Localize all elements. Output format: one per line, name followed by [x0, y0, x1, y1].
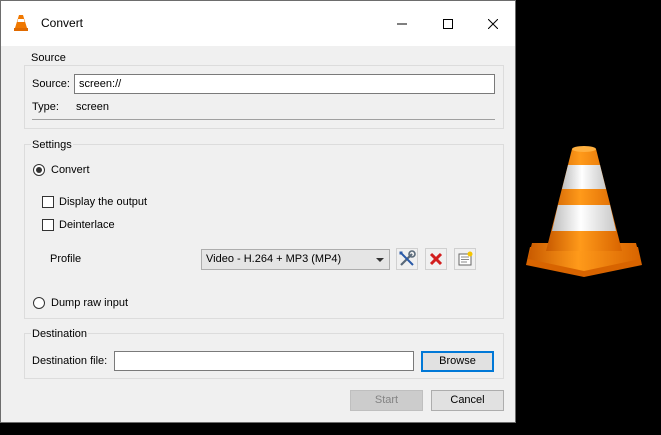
source-group-title: Source [31, 52, 66, 64]
type-label: Type: [32, 101, 59, 113]
deinterlace-label: Deinterlace [59, 219, 115, 231]
dump-raw-label: Dump raw input [51, 297, 129, 309]
close-button[interactable] [470, 1, 516, 46]
display-output-label: Display the output [59, 196, 148, 208]
maximize-button[interactable] [425, 1, 471, 46]
type-value: screen [76, 101, 110, 113]
destination-file-input[interactable] [114, 351, 414, 371]
minimize-button[interactable] [379, 1, 425, 46]
minimize-icon [397, 23, 407, 24]
profile-select[interactable]: Video - H.264 + MP3 (MP4) [201, 249, 390, 270]
start-button[interactable]: Start [350, 390, 423, 411]
settings-group [24, 144, 504, 319]
dump-raw-radio[interactable] [33, 297, 45, 309]
edit-profile-button[interactable] [396, 248, 418, 270]
close-icon [488, 18, 498, 29]
source-label: Source: [32, 78, 70, 90]
destination-group-title: Destination [31, 328, 89, 340]
convert-label: Convert [51, 164, 90, 176]
profile-select-value: Video - H.264 + MP3 (MP4) [206, 253, 342, 265]
cancel-button[interactable]: Cancel [431, 390, 504, 411]
profile-label: Profile [50, 253, 82, 265]
vlc-cone-logo [526, 146, 642, 277]
display-output-checkbox[interactable] [42, 196, 54, 208]
source-separator [32, 119, 495, 120]
browse-button[interactable]: Browse [421, 351, 494, 372]
settings-group-title: Settings [31, 139, 73, 151]
convert-radio[interactable] [33, 164, 45, 176]
maximize-icon [443, 18, 453, 29]
source-input[interactable]: screen:// [74, 74, 495, 94]
convert-dialog: Convert Source Source: screen:// Type: s… [0, 0, 516, 423]
deinterlace-checkbox[interactable] [42, 219, 54, 231]
title-bar: Convert [1, 1, 515, 46]
red-x-icon [429, 252, 443, 266]
wrench-screwdriver-icon [399, 250, 416, 266]
chevron-down-icon [376, 258, 384, 262]
new-profile-button[interactable] [454, 248, 476, 270]
window-title: Convert [41, 16, 84, 30]
delete-profile-button[interactable] [425, 248, 447, 270]
vlc-cone-icon [14, 15, 28, 31]
new-document-icon [458, 251, 473, 266]
destination-file-label: Destination file: [32, 355, 108, 367]
